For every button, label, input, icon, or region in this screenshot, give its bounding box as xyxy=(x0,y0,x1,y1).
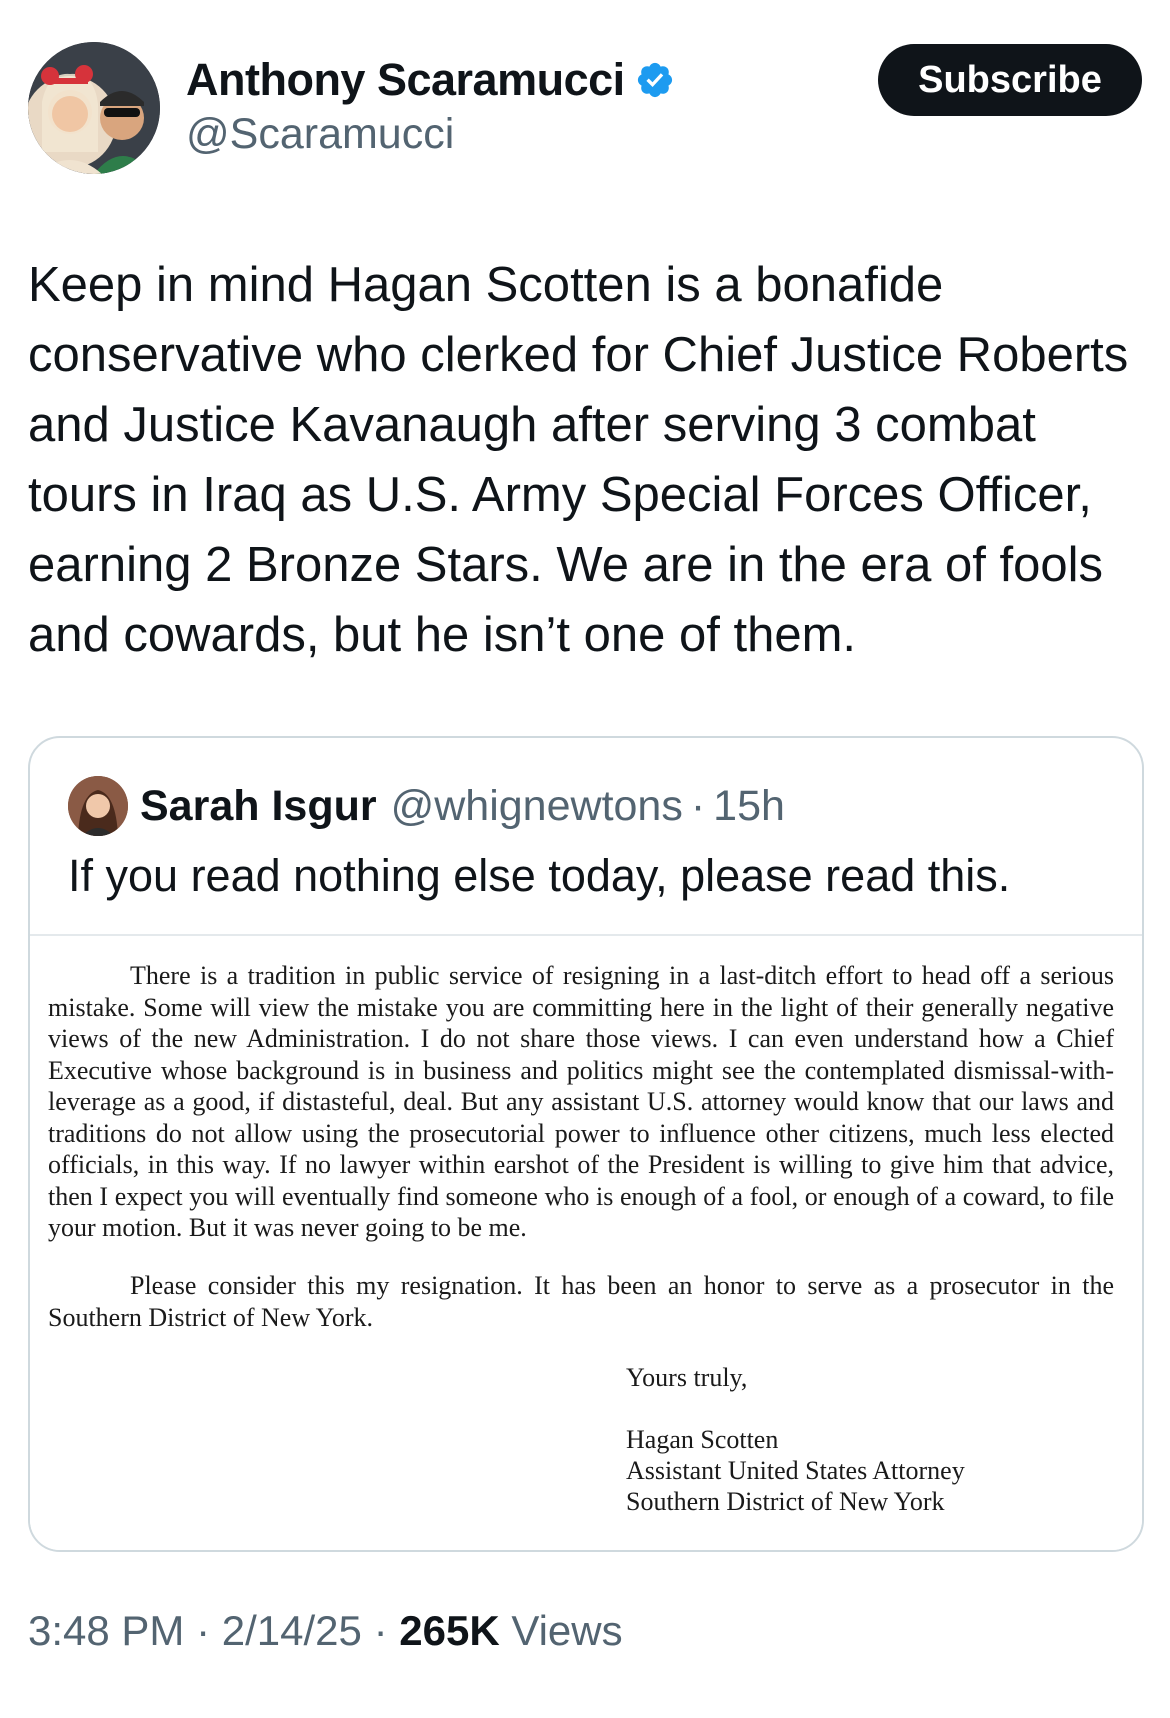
author-avatar-image xyxy=(28,42,160,174)
letter-signer-office: Southern District of New York xyxy=(626,1487,945,1516)
author-avatar[interactable] xyxy=(28,42,160,174)
author-handle[interactable]: @Scaramucci xyxy=(186,110,454,159)
letter-paragraph-2: Please consider this my resignation. It … xyxy=(48,1271,1114,1332)
tweet-body-text: Keep in mind Hagan Scotten is a bonafide… xyxy=(28,258,1142,662)
tweet-time[interactable]: 3:48 PM xyxy=(28,1607,184,1654)
views-label: Views xyxy=(511,1607,623,1654)
quoted-display-name[interactable]: Sarah Isgur xyxy=(140,782,377,831)
tweet-meta: 3:48 PM · 2/14/25 · 265K Views xyxy=(28,1607,623,1655)
letter-closing: Yours truly, xyxy=(626,1363,748,1392)
tweet-header: Anthony Scaramucci @Scaramucci Subscribe xyxy=(28,42,1142,177)
quoted-separator: · xyxy=(690,781,706,830)
author-name-row: Anthony Scaramucci xyxy=(186,54,675,106)
quoted-handle[interactable]: @whignewtons xyxy=(391,782,683,831)
meta-separator-1: · xyxy=(196,1607,211,1654)
letter-signer-title: Assistant United States Attorney xyxy=(626,1456,965,1485)
tweet-date[interactable]: 2/14/25 xyxy=(222,1607,362,1654)
quoted-tweet-card[interactable]: Sarah Isgur @whignewtons · 15h If you re… xyxy=(28,736,1144,1552)
resignation-letter-image[interactable]: There is a tradition in public service o… xyxy=(30,936,1142,1550)
quoted-author-avatar[interactable] xyxy=(68,776,128,836)
letter-paragraph-1: There is a tradition in public service o… xyxy=(48,961,1114,1242)
quoted-timestamp[interactable]: 15h xyxy=(713,782,785,831)
views-count[interactable]: 265K xyxy=(399,1607,499,1654)
verified-badge-icon[interactable] xyxy=(635,60,675,100)
quoted-author-row: Sarah Isgur @whignewtons · 15h xyxy=(68,776,785,836)
letter-signer-name: Hagan Scotten xyxy=(626,1425,779,1454)
author-display-name[interactable]: Anthony Scaramucci xyxy=(186,54,625,106)
meta-separator-2: · xyxy=(373,1607,388,1654)
quoted-tweet-text: If you read nothing else today, please r… xyxy=(68,850,1011,901)
subscribe-button[interactable]: Subscribe xyxy=(878,44,1142,116)
